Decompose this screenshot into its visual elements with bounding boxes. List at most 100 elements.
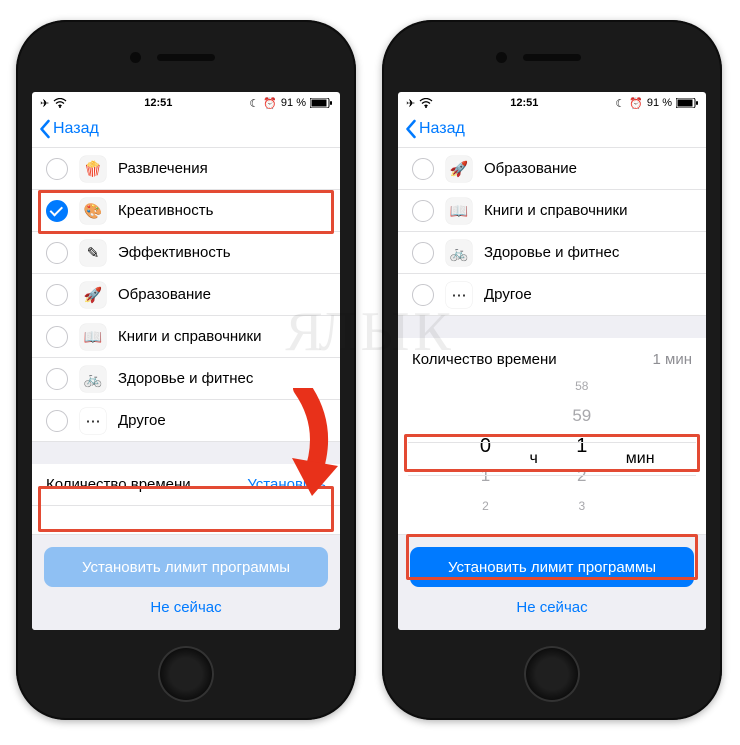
not-now-button[interactable]: Не сейчас	[44, 587, 328, 620]
category-label: Эффективность	[118, 244, 231, 261]
footer: Установить лимит программы Не сейчас	[32, 534, 340, 630]
watermark: ЯЛЫК	[285, 300, 455, 364]
airplane-icon: ✈︎	[40, 97, 49, 110]
category-checkbox[interactable]	[46, 368, 68, 390]
health-icon: 🚲	[446, 240, 472, 266]
alarm-icon: ⏰	[629, 97, 643, 110]
education-icon: 🚀	[446, 156, 472, 182]
category-checkbox[interactable]	[46, 410, 68, 432]
creativity-icon: 🎨	[80, 198, 106, 224]
chevron-left-icon	[38, 119, 51, 139]
category-checkbox[interactable]	[46, 284, 68, 306]
category-label: Креативность	[118, 202, 213, 219]
min-opt: 2	[577, 461, 586, 491]
category-row-entertainment[interactable]: 🍿 Развлечения	[32, 148, 340, 190]
category-row-productivity[interactable]: ✎ Эффективность	[32, 232, 340, 274]
category-checkbox[interactable]	[46, 242, 68, 264]
not-now-label: Не сейчас	[516, 599, 587, 616]
phone-right: ✈︎ 12:51 ☾ ⏰ 91 % Назад 🚀 Образование 📖Кни…	[382, 20, 722, 720]
time-amount-row[interactable]: Количество времени Установить	[32, 464, 340, 506]
min-opt: 58	[575, 380, 588, 401]
home-button[interactable]	[158, 646, 214, 702]
wifi-icon	[419, 98, 433, 108]
alarm-icon: ⏰	[263, 97, 277, 110]
not-now-button[interactable]: Не сейчас	[410, 587, 694, 620]
min-opt: 3	[578, 491, 585, 512]
battery-icon	[676, 98, 698, 108]
back-button[interactable]: Назад	[38, 119, 99, 139]
category-label: Здоровье и фитнес	[484, 244, 619, 261]
set-limit-label: Установить лимит программы	[82, 559, 290, 576]
minutes-unit: мин	[622, 450, 659, 468]
status-time: 12:51	[510, 97, 538, 109]
category-list: 🚀 Образование 📖Книги и справочники 🚲 Здоровь…	[398, 148, 706, 316]
productivity-icon: ✎	[80, 240, 106, 266]
not-now-label: Не сейчас	[150, 599, 221, 616]
phone-speaker	[157, 54, 215, 61]
wifi-icon	[53, 98, 67, 108]
section-gap	[32, 442, 340, 464]
set-limit-button[interactable]: Установить лимит программы	[44, 547, 328, 587]
books-icon: 📖	[80, 324, 106, 350]
category-label: Здоровье и фитнес	[118, 370, 253, 387]
min-opt: 59	[572, 401, 591, 431]
back-label: Назад	[53, 120, 99, 138]
status-bar: ✈︎ 12:51 ☾ ⏰ 91 %	[398, 92, 706, 110]
education-icon: 🚀	[80, 282, 106, 308]
other-icon: ⋯	[80, 408, 106, 434]
back-label: Назад	[419, 120, 465, 138]
phone-camera	[130, 52, 141, 63]
category-row-creativity[interactable]: 🎨 Креативность	[32, 190, 340, 232]
status-time: 12:51	[144, 97, 172, 109]
time-picker[interactable]: 0 1 2 ч 58 59 1 2 3 мин	[398, 380, 706, 512]
moon-icon: ☾	[249, 97, 259, 110]
books-icon: 📖	[446, 198, 472, 224]
footer: Установить лимит программы Не сейчас	[398, 534, 706, 630]
time-amount-label: Количество времени	[46, 476, 191, 493]
back-button[interactable]: Назад	[404, 119, 465, 139]
hours-opt: 1	[481, 461, 490, 491]
hours-opt: 2	[482, 491, 489, 512]
phone-camera	[496, 52, 507, 63]
nav-bar: Назад	[398, 110, 706, 148]
chevron-left-icon	[404, 119, 417, 139]
category-checkbox[interactable]	[46, 200, 68, 222]
category-label: Другое	[118, 412, 166, 429]
category-checkbox[interactable]	[46, 326, 68, 348]
battery-text: 91 %	[647, 97, 672, 109]
set-limit-label: Установить лимит программы	[448, 559, 656, 576]
category-row-other[interactable]: ⋯ Другое	[32, 400, 340, 442]
airplane-icon: ✈︎	[406, 97, 415, 110]
moon-icon: ☾	[615, 97, 625, 110]
hours-selected: 0	[480, 431, 491, 461]
category-row-health[interactable]: 🚲 Здоровье и фитнес	[32, 358, 340, 400]
category-checkbox[interactable]	[412, 200, 434, 222]
battery-text: 91 %	[281, 97, 306, 109]
category-label: Образование	[118, 286, 211, 303]
home-button[interactable]	[524, 646, 580, 702]
battery-icon	[310, 98, 332, 108]
category-list: 🍿 Развлечения 🎨 Креативность ✎ Эффективность 🚀…	[32, 148, 340, 442]
phone-left: ✈︎ 12:51 ☾ ⏰ 91 % Назад 🍿 Развлечения 🎨 Кре…	[16, 20, 356, 720]
minutes-wheel[interactable]: 58 59 1 2 3	[542, 380, 622, 512]
hours-wheel[interactable]: 0 1 2	[445, 380, 525, 512]
hours-unit: ч	[525, 450, 541, 468]
category-row-health[interactable]: 🚲 Здоровье и фитнес	[398, 232, 706, 274]
category-row-books[interactable]: 📖Книги и справочники	[398, 190, 706, 232]
category-label: Образование	[484, 160, 577, 177]
category-label: Развлечения	[118, 160, 208, 177]
category-label: Книги и справочники	[118, 328, 262, 345]
set-limit-button[interactable]: Установить лимит программы	[410, 547, 694, 587]
minutes-selected: 1	[576, 431, 587, 461]
phone-speaker	[523, 54, 581, 61]
category-checkbox[interactable]	[46, 158, 68, 180]
status-bar: ✈︎ 12:51 ☾ ⏰ 91 %	[32, 92, 340, 110]
time-amount-value: 1 мин	[653, 351, 693, 368]
category-checkbox[interactable]	[412, 158, 434, 180]
entertainment-icon: 🍿	[80, 156, 106, 182]
health-icon: 🚲	[80, 366, 106, 392]
nav-bar: Назад	[32, 110, 340, 148]
category-row-education[interactable]: 🚀 Образование	[398, 148, 706, 190]
category-checkbox[interactable]	[412, 242, 434, 264]
time-amount-set-link[interactable]: Установить	[247, 476, 326, 493]
